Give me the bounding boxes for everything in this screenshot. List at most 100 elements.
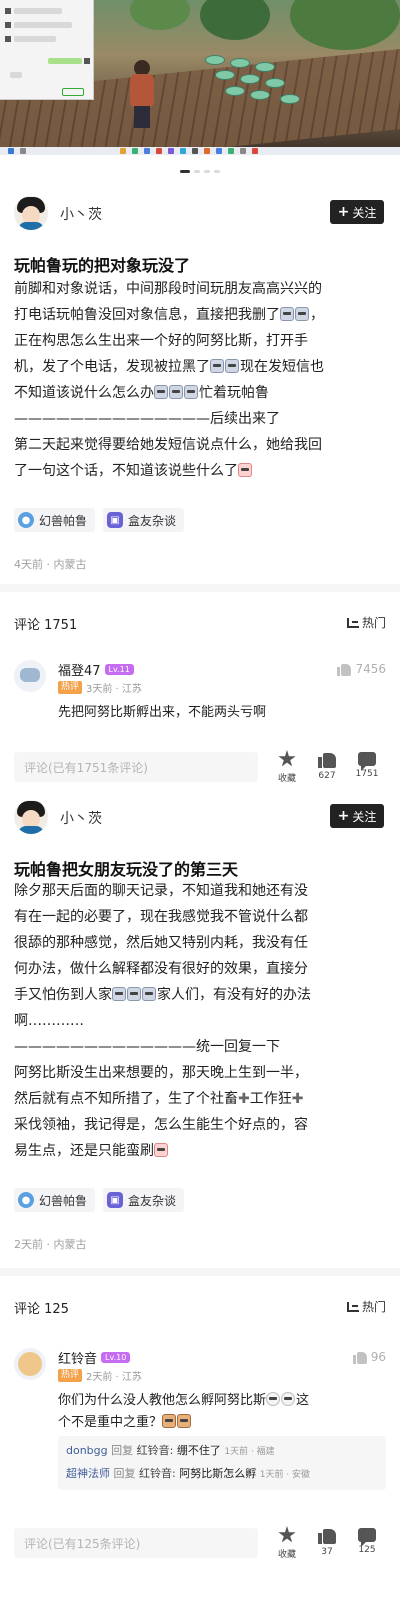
awkward-face-emoji-icon bbox=[266, 1392, 281, 1406]
post1-tags: ● 幻兽帕鲁 ▣ 盒友杂谈 bbox=[14, 508, 185, 532]
reply-item[interactable]: donbgg 回复 红铃音: 绷不住了 1天前 · 福建 bbox=[66, 1440, 378, 1463]
author-avatar[interactable] bbox=[14, 196, 48, 230]
plus-icon: + bbox=[337, 204, 350, 220]
plus-emoji-icon: ✚ bbox=[291, 1091, 304, 1107]
author-name[interactable]: 小丶茨 bbox=[60, 204, 102, 224]
tag-label: 幻兽帕鲁 bbox=[39, 1193, 88, 1208]
content-line: 易生点，还是只能蛮刷 bbox=[14, 1143, 154, 1159]
favorite-button[interactable]: 收藏 bbox=[272, 1526, 302, 1562]
commenter-name-row: 福登47 Lv.11 bbox=[58, 660, 134, 679]
like-count: 37 bbox=[321, 1547, 333, 1557]
like-button[interactable]: 627 bbox=[312, 750, 342, 786]
game-pad bbox=[250, 90, 270, 100]
game-pad bbox=[255, 62, 275, 72]
sunglasses-emoji-icon bbox=[184, 385, 198, 399]
reply-text: 阿努比斯怎么孵 bbox=[179, 1467, 257, 1480]
level-badge: Lv.11 bbox=[104, 664, 134, 675]
like-button[interactable]: 37 bbox=[312, 1526, 342, 1562]
sort-hot-button[interactable]: 热门 bbox=[346, 1298, 386, 1315]
sort-hot-button[interactable]: 热门 bbox=[346, 614, 386, 631]
reply-target: 红铃音: bbox=[136, 1444, 174, 1457]
post2-tags: ● 幻兽帕鲁 ▣ 盒友杂谈 bbox=[14, 1188, 185, 1212]
comment-like-button[interactable]: 96 bbox=[352, 1350, 386, 1364]
reply-item[interactable]: 超神法师 回复 红铃音: 阿努比斯怎么孵 1天前 · 安徽 bbox=[66, 1463, 378, 1486]
reply-verb: 回复 bbox=[111, 1444, 134, 1457]
content-line: 何办法，做什么解释都没有很好的效果，直接分 bbox=[14, 961, 308, 977]
follow-button[interactable]: + 关注 bbox=[330, 200, 384, 224]
author-name[interactable]: 小丶茨 bbox=[60, 808, 102, 828]
reply-verb: 回复 bbox=[113, 1467, 136, 1480]
section-divider bbox=[0, 584, 400, 592]
comment-button[interactable]: 125 bbox=[352, 1526, 382, 1562]
content-line: 阿努比斯没生出来想要的，那天晚上生到一半， bbox=[14, 1065, 308, 1081]
reply-author[interactable]: 超神法师 bbox=[66, 1467, 110, 1480]
game-tree bbox=[130, 0, 190, 30]
content-line: 现在发短信也 bbox=[240, 359, 324, 375]
cat-emoji-icon bbox=[162, 1414, 177, 1428]
tag-label: 幻兽帕鲁 bbox=[39, 513, 88, 528]
carousel-dot-active bbox=[180, 170, 190, 173]
author-avatar[interactable] bbox=[14, 800, 48, 834]
comment-text: 先把阿努比斯孵出来，不能两头亏啊 bbox=[58, 705, 267, 720]
tag-label: 盒友杂谈 bbox=[128, 1193, 177, 1208]
angry-emoji-icon bbox=[154, 1143, 168, 1157]
thumbs-up-icon bbox=[337, 662, 352, 676]
post2-content: 除夕那天后面的聊天记录，不知道我和她还有没 有在一起的必要了，现在我感觉我不管说… bbox=[14, 878, 388, 1164]
desktop-taskbar bbox=[0, 147, 400, 155]
post1-content: 前脚和对象说话，中间那段时间玩朋友高高兴兴的 打电话玩帕鲁没回对象信息，直接把我… bbox=[14, 281, 324, 479]
game-character bbox=[128, 60, 154, 130]
game-pad bbox=[205, 55, 225, 65]
game-tree bbox=[290, 0, 400, 50]
comment-text-line: 你们为什么没人教他怎么孵阿努比斯 bbox=[58, 1393, 267, 1408]
content-line: —————————————统一回复一下 bbox=[14, 1039, 280, 1055]
tag-palworld[interactable]: ● 幻兽帕鲁 bbox=[14, 1188, 96, 1212]
sunglasses-emoji-icon bbox=[210, 359, 224, 373]
tag-label: 盒友杂谈 bbox=[128, 513, 177, 528]
sunglasses-emoji-icon bbox=[280, 307, 294, 321]
post-image-game-screenshot[interactable] bbox=[0, 0, 400, 155]
like-count: 627 bbox=[318, 771, 336, 781]
chat-window-overlay bbox=[0, 0, 94, 100]
comments-count: 评论 1751 bbox=[14, 618, 78, 633]
content-line: 忙着玩帕鲁 bbox=[199, 385, 269, 401]
comment-like-button[interactable]: 7456 bbox=[337, 662, 386, 676]
commenter-avatar[interactable] bbox=[14, 1348, 46, 1380]
content-line: 不知道该说什么怎么办 bbox=[14, 385, 154, 401]
comment-time: 3天前 · 江苏 bbox=[86, 684, 142, 695]
reply-meta: 1天前 · 福建 bbox=[224, 1447, 275, 1457]
content-line: 打电话玩帕鲁没回对象信息，直接把我删了 bbox=[14, 307, 280, 323]
thumbs-up-icon bbox=[352, 1350, 367, 1364]
commenter-name[interactable]: 红铃音 bbox=[58, 1348, 97, 1367]
follow-label: 关注 bbox=[352, 205, 377, 220]
carousel-indicator bbox=[0, 170, 400, 176]
post2-meta: 2天前 · 内蒙古 bbox=[14, 1238, 87, 1251]
follow-button[interactable]: + 关注 bbox=[330, 804, 384, 828]
sunglasses-emoji-icon bbox=[127, 987, 141, 1001]
content-line: 正在构思怎么生出来一个好的阿努比斯，打开手 bbox=[14, 333, 308, 349]
thumbs-up-icon bbox=[318, 750, 336, 768]
sort-icon bbox=[346, 1301, 359, 1312]
favorite-button[interactable]: 收藏 bbox=[272, 750, 302, 786]
tag-palworld[interactable]: ● 幻兽帕鲁 bbox=[14, 508, 96, 532]
comment-button[interactable]: 1751 bbox=[352, 750, 382, 786]
carousel-dot bbox=[204, 170, 210, 173]
content-line: 有在一起的必要了，现在我感觉我不管说什么都 bbox=[14, 909, 308, 925]
reply-author[interactable]: donbgg bbox=[66, 1444, 108, 1457]
comment-input[interactable]: 评论(已有1751条评论) bbox=[14, 752, 258, 782]
comment-text-line: 这 bbox=[296, 1393, 310, 1408]
post1-bottom-bar: 评论(已有1751条评论) 收藏 627 1751 bbox=[0, 744, 400, 790]
commenter-avatar[interactable] bbox=[14, 660, 46, 692]
game-pad bbox=[280, 94, 300, 104]
game-icon: ● bbox=[18, 512, 34, 528]
section-divider bbox=[0, 1268, 400, 1276]
tag-box-chat[interactable]: ▣ 盒友杂谈 bbox=[103, 508, 185, 532]
commenter-name[interactable]: 福登47 bbox=[58, 660, 101, 679]
commenter-name-row: 红铃音 Lv.10 bbox=[58, 1348, 131, 1367]
comments-count: 评论 125 bbox=[14, 1302, 69, 1317]
content-line: ——————————————后续出来了 bbox=[14, 411, 280, 427]
comment-input[interactable]: 评论(已有125条评论) bbox=[14, 1528, 258, 1558]
content-line: 然后就有点不知所措了，生了个社畜 bbox=[14, 1091, 238, 1107]
comment-text: 你们为什么没人教他怎么孵阿努比斯 这 个不是重中之重？ bbox=[58, 1390, 378, 1434]
tag-box-chat[interactable]: ▣ 盒友杂谈 bbox=[103, 1188, 185, 1212]
content-line: 手又怕伤到人家 bbox=[14, 987, 112, 1003]
